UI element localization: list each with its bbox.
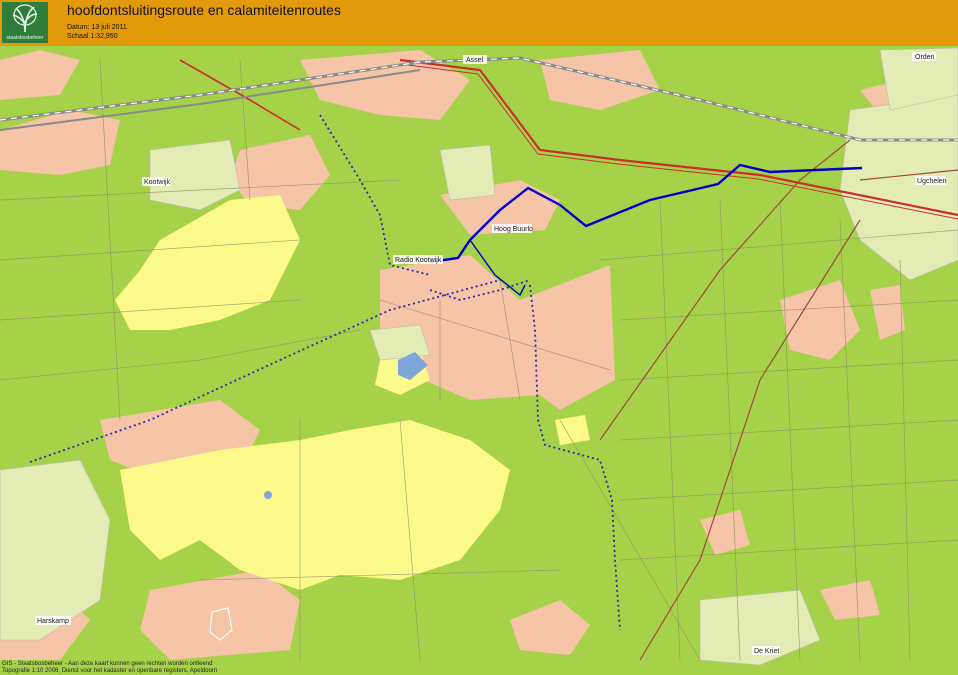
map-header: staatsbosbeheer hoofdontsluitingsroute e…	[0, 0, 958, 47]
place-kootwijk: Kootwijk	[144, 179, 171, 186]
place-ugchelen: Ugchelen	[917, 178, 947, 185]
footer-source: Topografie 1:10 2006, Dienst voor het ka…	[2, 668, 218, 674]
map-title: hoofdontsluitingsroute en calamiteitenro…	[67, 2, 341, 18]
place-harskamp: Harskamp	[37, 618, 69, 625]
map-footer: GIS - Staatsbosbeheer - Aan deze kaart k…	[2, 661, 217, 675]
place-assel: Assel	[466, 57, 484, 64]
pond	[264, 491, 272, 499]
place-hoog-buurlo: Hoog Buurlo	[494, 226, 533, 233]
logo-text: staatsbosbeheer	[6, 35, 44, 41]
place-orden: Orden	[915, 54, 935, 61]
map-canvas[interactable]: Assel Orden Kootwijk Hoog Buurlo Radio K…	[0, 46, 958, 675]
place-radio-kootwijk: Radio Kootwijk	[395, 257, 442, 264]
tree-icon	[12, 4, 38, 33]
place-de-kriet: De Kriet	[754, 648, 779, 655]
staatsbosbeheer-logo: staatsbosbeheer	[2, 2, 48, 43]
date-label: Datum: 13 juli 2011	[67, 24, 127, 31]
scale-label: Schaal 1:32,950	[67, 33, 118, 40]
footer-disclaimer: GIS - Staatsbosbeheer - Aan deze kaart k…	[2, 661, 213, 667]
